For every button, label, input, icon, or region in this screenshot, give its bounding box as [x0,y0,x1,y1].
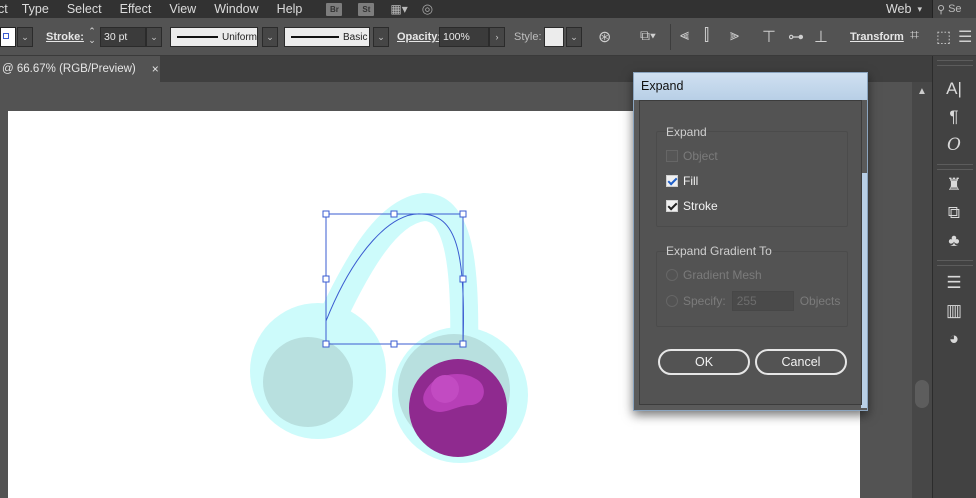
stroke-weight-dropdown[interactable]: ⌄ [146,27,162,47]
menu-window[interactable]: Window [214,2,258,16]
graphic-style-dropdown[interactable]: ⌄ [566,27,582,47]
gpu-performance-icon[interactable]: ◎ [422,1,433,17]
style-label: Style: [514,31,542,43]
workspace-chevron-icon[interactable]: ▾ [917,4,922,15]
menubar-right: Web ▾ ⚲ Se [886,0,976,18]
menu-view[interactable]: View [169,2,196,16]
align-left-icon[interactable]: ⫷ [680,27,689,45]
control-bar: ⌄ Stroke: ⌃ ⌄ 30 pt ⌄ Uniform ⌄ Basic ⌄ O… [0,18,976,56]
gradient-mesh-label: Gradient Mesh [683,268,762,282]
gradient-group [656,251,848,327]
fill-swatch[interactable] [0,27,16,47]
specify-label: Specify: [683,294,726,308]
stroke-checkbox[interactable] [666,200,678,212]
dock-grip-2[interactable] [937,164,973,170]
character-panel-icon[interactable]: A| [941,78,967,100]
transparency-panel-icon[interactable]: ◕ [941,328,967,350]
align-vertical-center-icon[interactable]: ⊶ [788,27,804,47]
dock-grip-3[interactable] [937,260,973,266]
opentype-panel-icon[interactable]: O [941,134,967,156]
gradient-group-title: Expand Gradient To [666,244,772,258]
object-label: Object [683,149,718,163]
objects-label: Objects [799,294,841,308]
paragraph-panel-icon[interactable]: ¶ [941,106,967,128]
specify-objects-input: 255 [731,291,794,311]
stroke-panel-icon[interactable]: ☰ [941,272,967,294]
brush-definition[interactable]: Basic [284,27,370,47]
right-panel-dock: A| ¶ O ♜ ⧉ ♣ ☰ ▥ ◕ [932,56,976,498]
stroke-weight-stepper[interactable]: ⌃ ⌄ [84,27,100,47]
dialog-title[interactable]: Expand [634,73,867,100]
transform-link[interactable]: Transform [850,31,904,43]
gradient-mesh-radio [666,269,678,281]
recolor-artwork-icon[interactable]: ⊛ [598,27,611,47]
fill-dropdown[interactable]: ⌄ [17,27,33,47]
variable-width-profile[interactable]: Uniform [170,27,258,47]
document-tab-title: @ 66.67% (RGB/Preview) [2,63,136,75]
left-cherry [263,337,353,427]
fill-checkbox[interactable] [666,175,678,187]
help-search-box[interactable]: ⚲ Se [932,0,976,18]
stroke-label-option[interactable]: Stroke [683,199,718,213]
graphic-style-swatch[interactable] [544,27,564,47]
align-right-icon[interactable]: ⫸ [730,27,739,45]
shape-builder-icon[interactable]: ⬚ [936,27,951,47]
menu-help[interactable]: Help [277,2,303,16]
expand-dialog: Expand Expand Object Fill Stroke Expand … [633,72,868,411]
panel-menu-icon[interactable]: ☰ [958,27,972,47]
profile-dropdown[interactable]: ⌄ [262,27,278,47]
stroke-label[interactable]: Stroke: [46,31,84,43]
gradient-mesh-option: Gradient Mesh [666,268,762,282]
ok-button[interactable]: OK [658,349,750,375]
opacity-arrow[interactable]: › [489,27,505,47]
specify-radio [666,295,678,307]
scroll-up-icon[interactable]: ▲ [917,86,927,97]
brush-dropdown[interactable]: ⌄ [373,27,389,47]
document-tab[interactable]: @ 66.67% (RGB/Preview) × [0,56,160,82]
menu-select[interactable]: Select [67,2,102,16]
free-transform-icon[interactable]: ⌗ [910,27,919,45]
isolate-object-icon[interactable]: ⧉▾ [640,27,656,44]
stock-button[interactable]: St [358,2,375,16]
stroke-option[interactable]: Stroke [666,199,718,213]
symbols-panel-icon[interactable]: ♣ [941,230,967,252]
bridge-button[interactable]: Br [326,2,343,16]
object-option: Object [666,149,718,163]
align-bottom-icon[interactable]: ⊥ [814,27,828,47]
gradient-panel-icon[interactable]: ▥ [941,300,967,322]
align-horizontal-center-icon[interactable]: ⫿ [704,27,709,45]
workspace-switcher[interactable]: Web [886,2,917,16]
dialog-body: Expand Object Fill Stroke Expand Gradien… [639,100,862,405]
transform-panel-icon[interactable]: ⧉ [941,202,967,224]
specify-option: Specify: 255 Objects [666,291,840,311]
close-tab-icon[interactable]: × [152,62,159,76]
expand-group-title: Expand [666,125,707,139]
puppet-warp-icon[interactable]: ♜ [941,174,967,196]
search-icon: ⚲ [937,3,946,16]
menu-type-partial[interactable]: ct [0,2,8,16]
fill-option[interactable]: Fill [666,174,698,188]
menu-effect[interactable]: Effect [120,2,152,16]
variable-width-profile-label: Uniform [221,31,257,43]
opacity-input[interactable]: 100% [439,27,489,47]
scroll-thumb[interactable] [915,380,929,408]
arrange-documents-icon[interactable]: ▦▾ [390,2,407,16]
dock-grip[interactable] [937,60,973,66]
cancel-button[interactable]: Cancel [755,349,847,375]
object-checkbox [666,150,678,162]
menu-type[interactable]: Type [22,2,49,16]
opacity-label[interactable]: Opacity: [397,31,441,43]
menu-bar: ct Type Select Effect View Window Help B… [0,0,976,18]
brush-definition-label: Basic [343,31,368,43]
stroke-weight-input[interactable]: 30 pt [100,27,146,47]
search-placeholder: Se [948,3,962,15]
fill-label[interactable]: Fill [683,174,698,188]
align-top-icon[interactable]: ⊤ [762,27,776,47]
vertical-scrollbar[interactable]: ▲ [912,82,932,498]
